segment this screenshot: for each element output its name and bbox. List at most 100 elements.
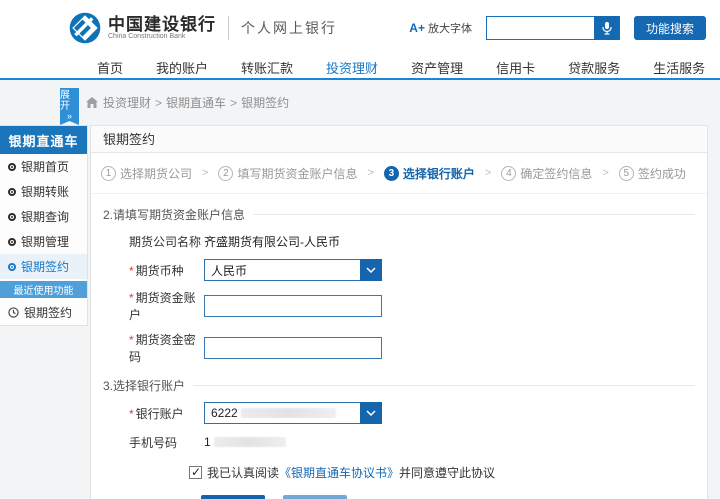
nav-item-transfer[interactable]: 转账汇款	[241, 58, 293, 77]
step-4: 4 确定签约信息	[501, 165, 592, 182]
currency-label: 期货币种	[129, 262, 204, 279]
chevron-down-icon	[366, 410, 376, 416]
step-3-circle: 3	[384, 166, 399, 181]
bullet-icon	[8, 188, 16, 196]
phone-number-prefix: 1	[204, 435, 211, 449]
step-separator: >	[367, 167, 373, 179]
phone-row: 手机号码 1	[129, 432, 707, 452]
sidebar-item-futures-manage[interactable]: 银期管理	[0, 229, 87, 254]
fund-account-label: 期货资金账户	[129, 289, 204, 323]
bank-account-label: 银行账户	[129, 405, 204, 422]
step-separator: >	[202, 167, 208, 179]
agreement-text-suffix: 并同意遵守此协议	[399, 464, 495, 481]
redacted-phone-number	[214, 437, 286, 447]
recent-functions-header: 最近使用功能	[0, 281, 87, 298]
section-divider	[193, 385, 695, 386]
step-4-circle: 4	[501, 166, 516, 181]
chevron-down-icon	[366, 267, 376, 273]
sidebar-item-futures-query[interactable]: 银期查询	[0, 204, 87, 229]
step-4-label: 确定签约信息	[520, 165, 592, 182]
nav-item-loan[interactable]: 贷款服务	[568, 58, 620, 77]
company-name-row: 期货公司名称 齐盛期货有限公司-人民币	[129, 231, 707, 251]
nav-item-investment[interactable]: 投资理财	[326, 58, 378, 77]
nav-item-life[interactable]: 生活服务	[653, 58, 705, 77]
bank-name-cn: 中国建设银行	[108, 16, 216, 34]
currency-select[interactable]: 人民币	[204, 259, 382, 281]
fund-password-row: 期货资金密码	[129, 331, 707, 365]
font-zoom-icon: A+	[409, 21, 425, 35]
sidebar: 银期直通车 银期首页 银期转账 银期查询 银期管理	[0, 125, 88, 326]
nav-item-credit-card[interactable]: 信用卡	[496, 58, 535, 77]
company-name-value: 齐盛期货有限公司-人民币	[204, 233, 340, 250]
portal-title: 个人网上银行	[241, 18, 337, 38]
function-search-button[interactable]: 功能搜索	[634, 16, 706, 40]
fund-password-label: 期货资金密码	[129, 331, 204, 365]
section-divider	[253, 214, 695, 215]
breadcrumb-signing: 银期签约	[226, 94, 289, 111]
step-5-circle: 5	[619, 166, 634, 181]
bullet-icon	[8, 213, 16, 221]
sidebar-item-futures-home[interactable]: 银期首页	[0, 154, 87, 179]
sidebar-item-label: 银期查询	[21, 208, 69, 225]
step-3-label: 选择银行账户	[403, 165, 475, 182]
breadcrumb-bank-futures[interactable]: 银期直通车	[151, 94, 226, 111]
redacted-account-number	[241, 408, 336, 418]
bank-logo: 中国建设银行 China Construction Bank	[68, 11, 216, 45]
ccb-online-banking-page: 中国建设银行 China Construction Bank 个人网上银行 A+…	[0, 0, 720, 499]
agreement-checkbox-checked[interactable]	[189, 466, 202, 479]
currency-dropdown-button[interactable]	[360, 259, 382, 281]
company-name-label: 期货公司名称	[129, 233, 204, 250]
font-zoom-button[interactable]: A+ 放大字体	[409, 20, 472, 36]
step-2-label: 填写期货资金账户信息	[237, 165, 357, 182]
next-step-button[interactable]: 下一步	[201, 495, 265, 499]
bank-account-select[interactable]: 6222	[204, 402, 382, 424]
ccb-logo-icon	[68, 11, 102, 45]
top-header: 中国建设银行 China Construction Bank 个人网上银行 A+…	[0, 0, 720, 56]
home-icon	[86, 97, 98, 108]
expand-menu-ribbon[interactable]: 展开 »	[60, 88, 79, 125]
nav-item-my-account[interactable]: 我的账户	[156, 58, 208, 77]
step-5-label: 签约成功	[638, 165, 686, 182]
sidebar-item-label: 银期首页	[21, 158, 69, 175]
expand-arrows-icon: »	[67, 112, 72, 121]
sidebar-item-label: 银期转账	[21, 183, 69, 200]
phone-label: 手机号码	[129, 434, 204, 451]
section-3-title: 3.选择银行账户	[103, 377, 185, 394]
sidebar-recent-item-signing[interactable]: 银期签约	[0, 300, 87, 325]
bullet-icon	[8, 163, 16, 171]
agreement-link[interactable]: 《银期直通车协议书》	[279, 464, 399, 481]
previous-step-button[interactable]: 上一步	[283, 495, 347, 499]
step-indicator: 1 选择期货公司 > 2 填写期货资金账户信息 > 3 选择银行账户 >	[91, 153, 707, 194]
bank-account-number-prefix: 6222	[211, 406, 238, 420]
fund-password-input[interactable]	[204, 337, 382, 359]
fund-account-input[interactable]	[204, 295, 382, 317]
step-separator: >	[485, 167, 491, 179]
fund-account-row: 期货资金账户	[129, 289, 707, 323]
breadcrumb: 投资理财 银期直通车 银期签约	[86, 94, 289, 111]
sidebar-item-futures-signing[interactable]: 银期签约	[0, 254, 87, 279]
microphone-icon	[601, 21, 613, 35]
sidebar-title: 银期直通车	[0, 126, 87, 154]
breadcrumb-investment[interactable]: 投资理财	[103, 94, 151, 111]
currency-row: 期货币种 人民币	[129, 259, 707, 281]
bank-name-en: China Construction Bank	[108, 33, 216, 40]
agreement-row: 我已认真阅读 《银期直通车协议书》 并同意遵守此协议	[189, 464, 707, 481]
section-2-header: 2.请填写期货资金账户信息	[103, 206, 695, 223]
sidebar-item-futures-transfer[interactable]: 银期转账	[0, 179, 87, 204]
step-5: 5 签约成功	[619, 165, 686, 182]
main-panel: 银期签约 1 选择期货公司 > 2 填写期货资金账户信息 > 3 选择银行账户	[90, 125, 708, 499]
nav-item-asset-mgmt[interactable]: 资产管理	[411, 58, 463, 77]
voice-search-button[interactable]	[594, 16, 620, 40]
expand-label: 展开	[60, 91, 79, 112]
nav-item-home[interactable]: 首页	[97, 58, 123, 77]
search-input[interactable]	[486, 16, 594, 40]
bank-account-dropdown-button[interactable]	[360, 402, 382, 424]
bank-account-row: 银行账户 6222	[129, 402, 707, 424]
section-2-title: 2.请填写期货资金账户信息	[103, 206, 245, 223]
bullet-icon	[8, 263, 16, 271]
sidebar-item-label: 银期签约	[21, 258, 69, 275]
step-3-active: 3 选择银行账户	[384, 165, 475, 182]
page-title: 银期签约	[91, 126, 707, 153]
step-2-circle: 2	[218, 166, 233, 181]
content-area: 展开 » 投资理财 银期直通车 银期签约 银期直通车 银期首页	[0, 80, 720, 499]
